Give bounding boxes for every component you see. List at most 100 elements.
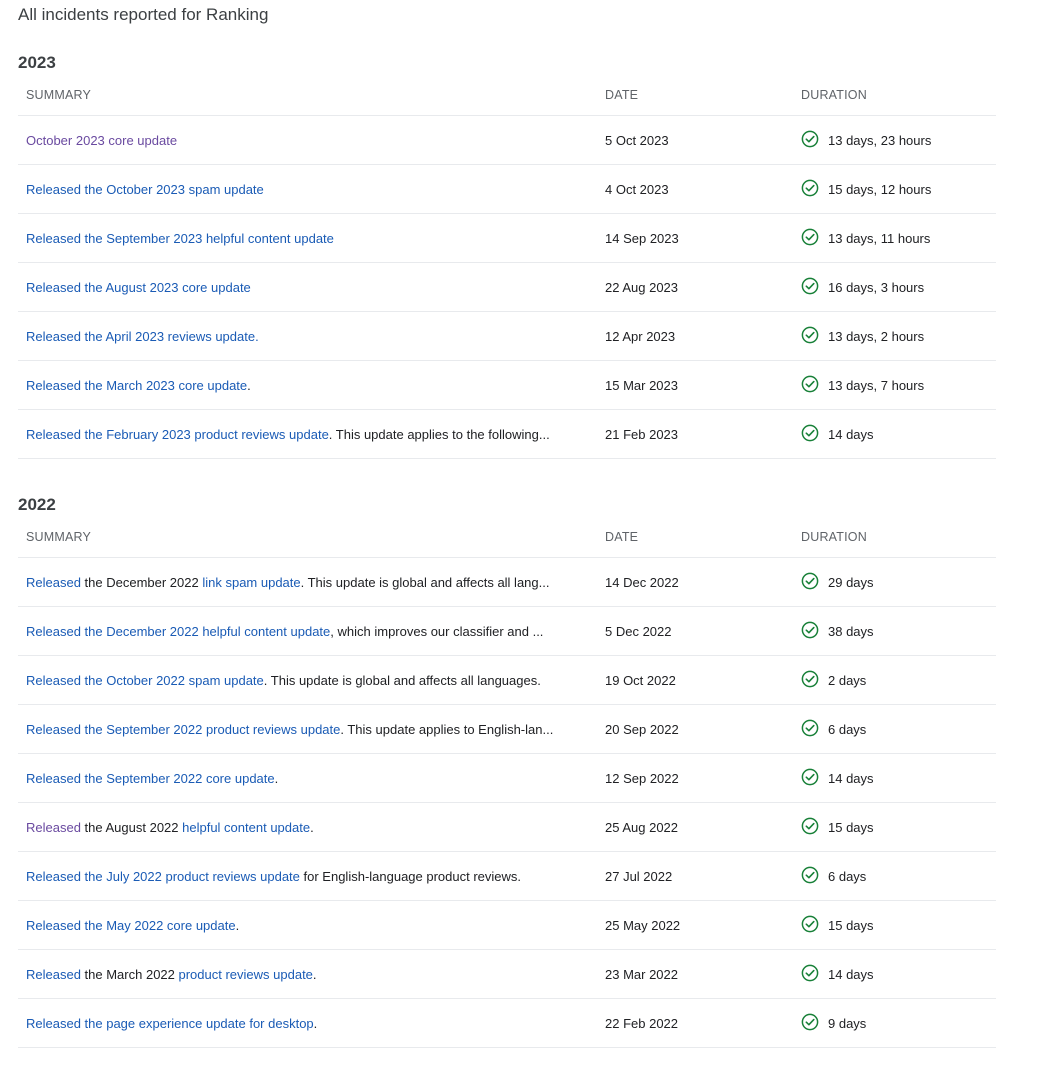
- duration-text: 16 days, 3 hours: [828, 279, 925, 295]
- check-circle-icon: [801, 277, 828, 298]
- table-header: SUMMARY DATE DURATION: [18, 516, 996, 558]
- year-heading: 2023: [18, 53, 56, 72]
- duration-text: 15 days: [828, 819, 874, 835]
- incident-duration: 6 days: [801, 719, 996, 740]
- incident-summary-text: . This update applies to the following..…: [328, 426, 550, 442]
- incident-summary: Released the October 2023 spam update: [18, 182, 605, 197]
- incident-link[interactable]: Released the page experience update for …: [26, 1016, 314, 1031]
- check-circle-icon: [801, 719, 828, 740]
- duration-text: 2 days: [828, 672, 867, 688]
- duration-text: 6 days: [828, 721, 867, 737]
- incident-row: Released the July 2022 product reviews u…: [18, 852, 996, 901]
- check-circle-icon: [801, 964, 828, 985]
- incident-link[interactable]: Released the December 2022 helpful conte…: [26, 624, 330, 639]
- incident-date: 14 Dec 2022: [605, 574, 679, 590]
- incident-summary: Released the August 2023 core update: [18, 280, 605, 295]
- incident-summary-text: the December 2022: [80, 574, 203, 590]
- incident-link[interactable]: Released the August 2023 core update: [26, 280, 251, 295]
- incident-link[interactable]: October 2023 core update: [26, 133, 177, 148]
- check-circle-icon: [801, 768, 828, 789]
- check-circle-icon: [801, 670, 828, 691]
- incident-link[interactable]: helpful content update: [182, 820, 310, 835]
- incident-link[interactable]: Released: [26, 575, 81, 590]
- duration-text: 9 days: [828, 1015, 867, 1031]
- incident-link[interactable]: link spam update: [202, 575, 300, 590]
- incident-duration: 13 days, 11 hours: [801, 228, 996, 249]
- check-circle-icon: [801, 1013, 828, 1034]
- check-circle-icon: [801, 375, 828, 396]
- summary-column-header: SUMMARY: [26, 529, 92, 544]
- duration-text: 13 days, 2 hours: [828, 328, 925, 344]
- duration-text: 14 days: [828, 966, 874, 982]
- incident-duration: 13 days, 2 hours: [801, 326, 996, 347]
- incident-row: Released the September 2023 helpful cont…: [18, 214, 996, 263]
- incident-duration: 14 days: [801, 964, 996, 985]
- incident-row: Released the March 2022 product reviews …: [18, 950, 996, 999]
- duration-text: 15 days, 12 hours: [828, 181, 932, 197]
- incident-date: 21 Feb 2023: [605, 426, 679, 442]
- incident-link[interactable]: Released the May 2022 core update: [26, 918, 236, 933]
- incident-date: 27 Jul 2022: [605, 868, 673, 884]
- incident-summary-text: .: [310, 819, 314, 835]
- incident-duration: 38 days: [801, 621, 996, 642]
- incident-link[interactable]: Released the September 2022 core update: [26, 771, 275, 786]
- incident-row: Released the April 2023 reviews update. 1…: [18, 312, 996, 361]
- incident-row: Released the August 2023 core update 22 A…: [18, 263, 996, 312]
- incident-duration: 2 days: [801, 670, 996, 691]
- incident-row: October 2023 core update 5 Oct 2023 13 day…: [18, 116, 996, 165]
- duration-text: 14 days: [828, 426, 874, 442]
- incident-date: 20 Sep 2022: [605, 721, 679, 737]
- incident-date: 5 Dec 2022: [605, 623, 672, 639]
- incident-summary: Released the October 2022 spam update. T…: [18, 673, 605, 688]
- incident-duration: 29 days: [801, 572, 996, 593]
- incident-link[interactable]: Released the April 2023 reviews update.: [26, 329, 259, 344]
- incident-link[interactable]: Released: [26, 820, 81, 835]
- incident-duration: 16 days, 3 hours: [801, 277, 996, 298]
- check-circle-icon: [801, 866, 828, 887]
- check-circle-icon: [801, 424, 828, 445]
- incident-duration: 14 days: [801, 768, 996, 789]
- incident-link[interactable]: Released: [26, 967, 81, 982]
- incident-date: 22 Feb 2022: [605, 1015, 679, 1031]
- incident-summary: Released the September 2022 product revi…: [18, 722, 605, 737]
- incident-section-2023: 2023 SUMMARY DATE DURATION October 2023 …: [18, 52, 996, 459]
- duration-text: 29 days: [828, 574, 874, 590]
- incident-row: Released the October 2022 spam update. T…: [18, 656, 996, 705]
- incident-row: Released the page experience update for …: [18, 999, 996, 1048]
- duration-text: 13 days, 7 hours: [828, 377, 925, 393]
- incident-duration: 15 days, 12 hours: [801, 179, 996, 200]
- incident-summary-text: . This update is global and affects all …: [300, 574, 550, 590]
- incident-summary: Released the September 2023 helpful cont…: [18, 231, 605, 246]
- incident-summary: Released the July 2022 product reviews u…: [18, 869, 605, 884]
- incident-duration: 13 days, 7 hours: [801, 375, 996, 396]
- incident-date: 23 Mar 2022: [605, 966, 678, 982]
- incident-link[interactable]: Released the September 2023 helpful cont…: [26, 231, 334, 246]
- duration-column-header: DURATION: [801, 529, 867, 544]
- incident-link[interactable]: Released the October 2023 spam update: [26, 182, 264, 197]
- incident-link[interactable]: Released the September 2022 product revi…: [26, 722, 340, 737]
- incident-link[interactable]: Released the July 2022 product reviews u…: [26, 869, 300, 884]
- incident-summary-text: .: [313, 1015, 318, 1031]
- check-circle-icon: [801, 179, 828, 200]
- incident-link[interactable]: Released the October 2022 spam update: [26, 673, 264, 688]
- incident-summary-text: .: [235, 917, 240, 933]
- incident-summary-text: .: [247, 377, 251, 393]
- incident-link[interactable]: product reviews update: [179, 967, 313, 982]
- incident-date: 15 Mar 2023: [605, 377, 678, 393]
- check-circle-icon: [801, 572, 828, 593]
- incident-link[interactable]: Released the March 2023 core update: [26, 378, 247, 393]
- incident-summary: Released the March 2023 core update.: [18, 378, 605, 393]
- incident-duration: 6 days: [801, 866, 996, 887]
- incident-summary: Released the September 2022 core update.: [18, 771, 605, 786]
- incident-summary: Released the August 2022 helpful content…: [18, 820, 605, 835]
- incident-link[interactable]: Released the February 2023 product revie…: [26, 427, 329, 442]
- incident-date: 19 Oct 2022: [605, 672, 676, 688]
- incident-summary: Released the December 2022 link spam upd…: [18, 575, 605, 590]
- incident-duration: 13 days, 23 hours: [801, 130, 996, 151]
- check-circle-icon: [801, 228, 828, 249]
- incident-date: 12 Apr 2023: [605, 328, 676, 344]
- duration-column-header: DURATION: [801, 87, 867, 102]
- incident-section-2022: 2022 SUMMARY DATE DURATION Released the …: [18, 494, 996, 1048]
- incident-rows: Released the December 2022 link spam upd…: [18, 558, 996, 1048]
- incident-date: 14 Sep 2023: [605, 230, 679, 246]
